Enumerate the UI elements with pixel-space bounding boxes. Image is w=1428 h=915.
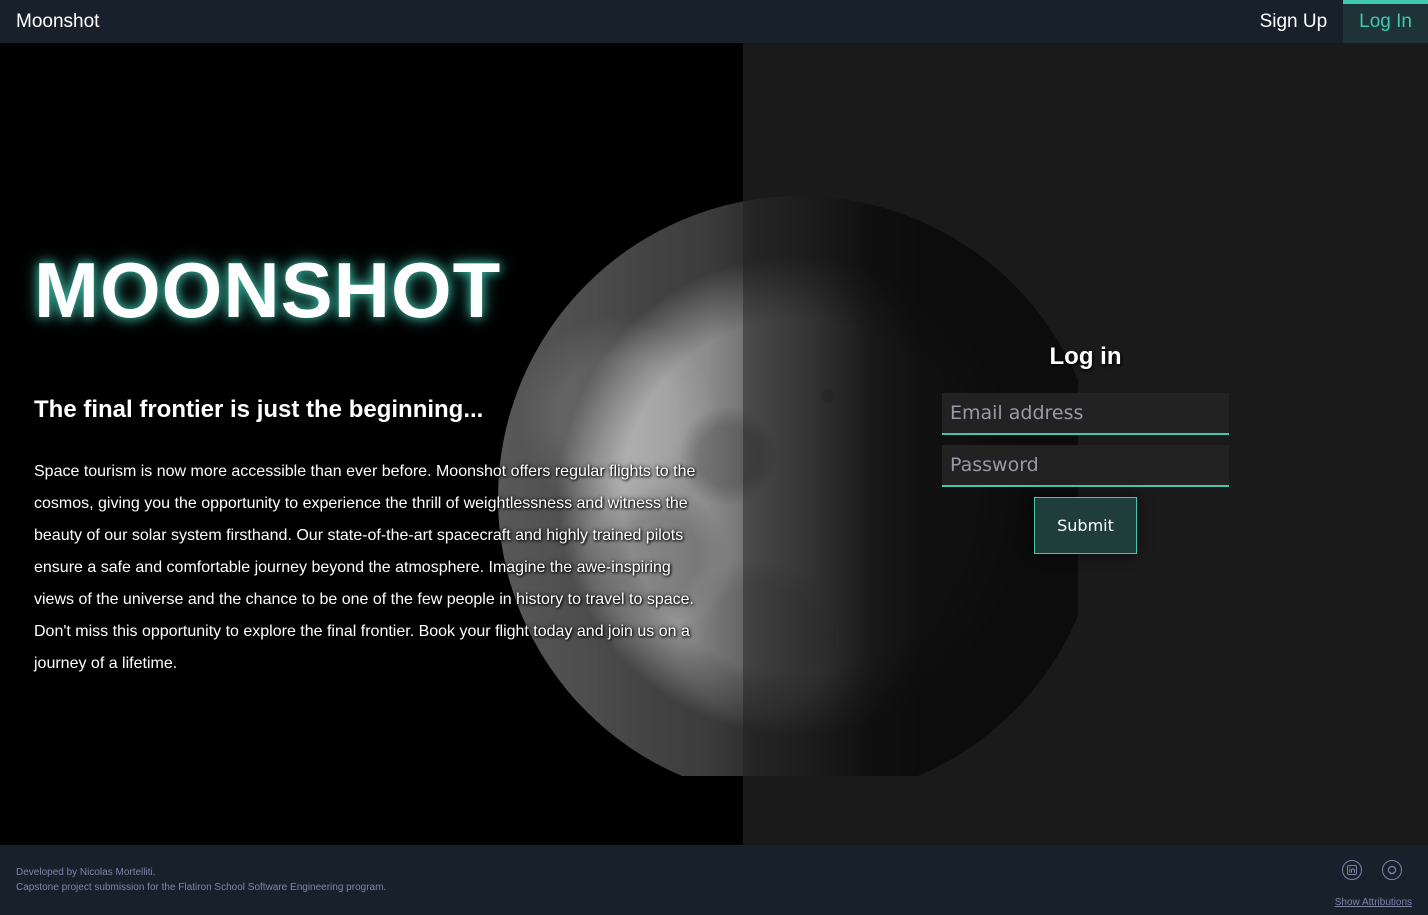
footer: Developed by Nicolas Mortelliti. Capston… <box>0 845 1428 915</box>
brand-link[interactable]: Moonshot <box>16 11 99 33</box>
submit-button[interactable]: Submit <box>1034 497 1137 554</box>
linkedin-icon[interactable] <box>1342 860 1362 880</box>
nav-right: Sign Up Log In <box>1244 0 1428 43</box>
github-glyph <box>1387 865 1397 875</box>
top-nav: Moonshot Sign Up Log In <box>0 0 1428 43</box>
footer-developer-credit: Developed by Nicolas Mortelliti. <box>16 867 156 878</box>
footer-project-description: Capstone project submission for the Flat… <box>16 882 387 893</box>
hero-subtitle: The final frontier is just the beginning… <box>34 396 484 423</box>
hero-description: Space tourism is now more accessible tha… <box>34 463 696 672</box>
password-field[interactable] <box>942 445 1229 487</box>
show-attributions-link[interactable]: Show Attributions <box>1335 897 1412 908</box>
signup-link[interactable]: Sign Up <box>1244 0 1344 43</box>
email-field[interactable] <box>942 393 1229 435</box>
login-title: Log in <box>1049 343 1122 370</box>
linkedin-glyph <box>1347 865 1357 875</box>
hero-title: MOONSHOT <box>34 246 502 334</box>
main-area: MOONSHOT The final frontier is just the … <box>0 43 1428 845</box>
github-icon[interactable] <box>1382 860 1402 880</box>
login-link[interactable]: Log In <box>1343 0 1428 43</box>
